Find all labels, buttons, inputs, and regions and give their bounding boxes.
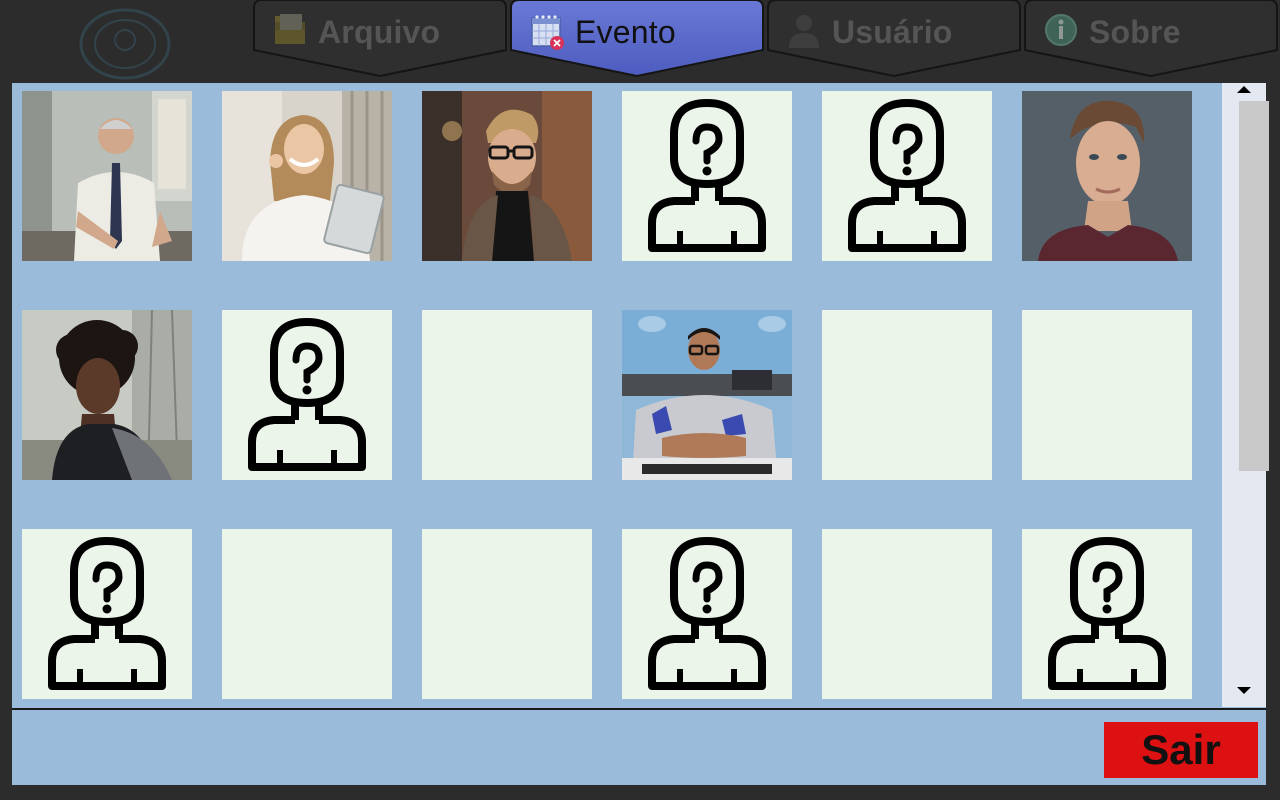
unknown-person-icon[interactable]	[822, 91, 992, 261]
tab-evento[interactable]: Evento	[509, 0, 765, 78]
participants-grid	[12, 83, 1222, 707]
vertical-scrollbar[interactable]	[1222, 83, 1269, 707]
photo-bearded-man-glasses[interactable]	[422, 91, 592, 261]
tab-sobre[interactable]: Sobre	[1023, 0, 1279, 78]
tab-usuario[interactable]: Usuário	[766, 0, 1022, 78]
app-logo	[79, 8, 171, 80]
arrow-down-icon[interactable]	[1222, 681, 1266, 699]
photo-man-glasses-keyboard[interactable]	[622, 310, 792, 480]
empty-slot[interactable]	[422, 529, 592, 699]
photo-smiling-woman-phone-tablet[interactable]	[222, 91, 392, 261]
tab-label: Sobre	[1089, 14, 1181, 50]
photo-older-man-shirt-tie[interactable]	[22, 91, 192, 261]
unknown-person-icon[interactable]	[622, 91, 792, 261]
scrollbar-thumb[interactable]	[1239, 101, 1269, 471]
photo-young-man-portrait[interactable]	[1022, 91, 1192, 261]
divider	[12, 708, 1266, 710]
photo-woman-curly-hair[interactable]	[22, 310, 192, 480]
empty-slot[interactable]	[1022, 310, 1192, 480]
exit-button[interactable]: Sair	[1104, 722, 1258, 778]
unknown-person-icon[interactable]	[622, 529, 792, 699]
unknown-person-icon[interactable]	[1022, 529, 1192, 699]
info-icon	[1045, 14, 1077, 46]
user-icon	[789, 15, 819, 48]
unknown-person-icon[interactable]	[222, 310, 392, 480]
tab-label: Usuário	[832, 14, 953, 50]
folder-icon	[275, 14, 305, 44]
empty-slot[interactable]	[822, 529, 992, 699]
empty-slot[interactable]	[222, 529, 392, 699]
tab-arquivo[interactable]: Arquivo	[252, 0, 508, 78]
tab-label: Evento	[575, 14, 676, 50]
tab-bar: Arquivo Evento Usuário Sobre	[250, 0, 1280, 80]
participants-panel: Sair	[12, 83, 1269, 785]
unknown-person-icon[interactable]	[22, 529, 192, 699]
calendar-remove-icon	[531, 15, 564, 50]
empty-slot[interactable]	[422, 310, 592, 480]
arrow-up-icon[interactable]	[1222, 83, 1266, 101]
tab-label: Arquivo	[318, 14, 441, 50]
empty-slot[interactable]	[822, 310, 992, 480]
